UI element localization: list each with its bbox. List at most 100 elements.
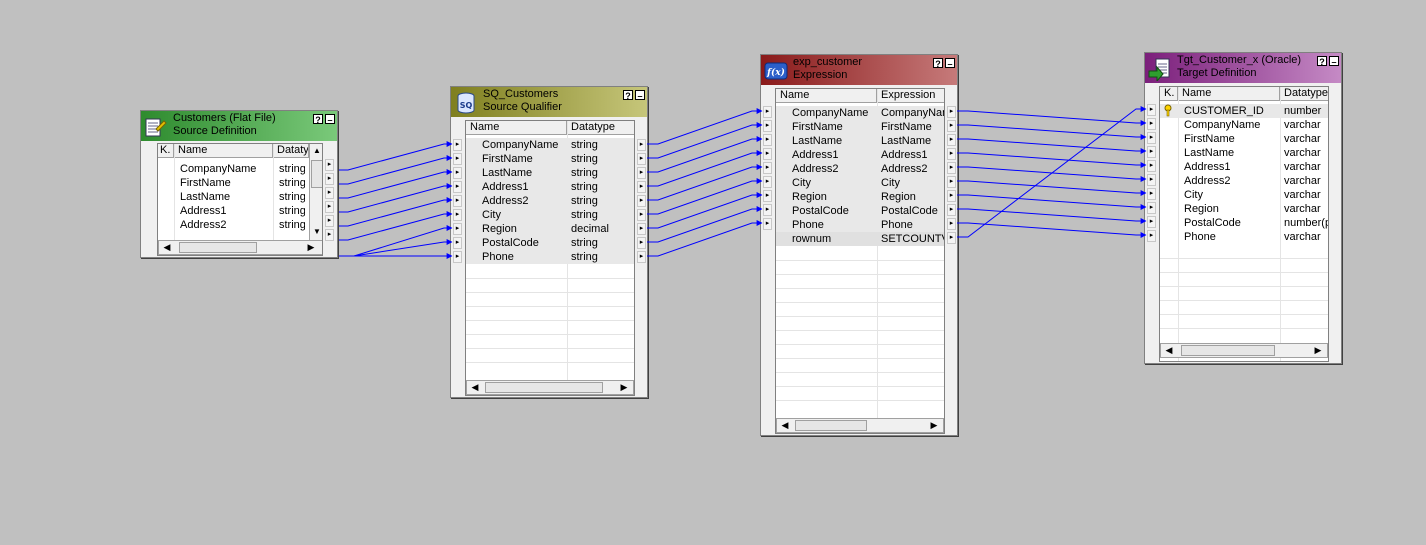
output-port-arrow-icon[interactable]: ▸ <box>637 195 646 207</box>
minimize-button[interactable]: – <box>1329 56 1339 67</box>
port-expression[interactable]: City <box>881 176 944 190</box>
output-port-arrow-icon[interactable]: ▸ <box>947 218 956 230</box>
link-address2[interactable] <box>339 197 453 227</box>
output-port-arrow-icon[interactable]: ▸ <box>637 167 646 179</box>
input-port-arrow-icon[interactable]: ▸ <box>763 106 772 118</box>
table-row[interactable]: LastName string <box>466 166 634 180</box>
target-definition-tgt-customer[interactable]: Tgt_Customer_x (Oracle) Target Definitio… <box>1144 52 1342 364</box>
table-row[interactable]: Address2 string <box>466 194 634 208</box>
table-row[interactable]: FirstName FirstName <box>776 120 944 134</box>
column-header-expression[interactable]: Expression <box>877 89 944 103</box>
expression-exp-customer[interactable]: f(x) exp_customer Expression ? – ▸ ▸ ▸ ▸… <box>760 54 958 436</box>
input-port-arrow-icon[interactable]: ▸ <box>453 195 462 207</box>
column-header-name[interactable]: Name <box>776 89 877 103</box>
link-companyname[interactable] <box>647 108 763 145</box>
table-row[interactable]: Region Region <box>776 190 944 204</box>
link-firstname[interactable] <box>339 155 453 185</box>
help-button[interactable]: ? <box>313 114 323 125</box>
source-definition-header[interactable]: Customers (Flat File) Source Definition … <box>141 111 337 141</box>
input-port-arrow-icon[interactable]: ▸ <box>1147 216 1156 228</box>
table-row[interactable]: Address1 varchar <box>1160 160 1328 174</box>
table-row[interactable]: FirstName string <box>158 176 322 190</box>
input-port-arrow-icon[interactable]: ▸ <box>453 153 462 165</box>
table-row[interactable]: Address2 Address2 <box>776 162 944 176</box>
horizontal-scrollbar[interactable]: ◀ ▶ <box>158 240 322 255</box>
column-header-key[interactable]: K. <box>158 144 174 158</box>
table-row[interactable]: City varchar <box>1160 188 1328 202</box>
table-row[interactable]: LastName varchar <box>1160 146 1328 160</box>
input-port-arrow-icon[interactable]: ▸ <box>453 181 462 193</box>
table-row[interactable]: LastName LastName <box>776 134 944 148</box>
table-row[interactable]: City City <box>776 176 944 190</box>
port-expression[interactable]: FirstName <box>881 120 944 134</box>
output-port-arrow-icon[interactable]: ▸ <box>637 223 646 235</box>
output-port-arrow-icon[interactable]: ▸ <box>637 153 646 165</box>
column-header-datatype[interactable]: Datatype <box>273 144 309 158</box>
horizontal-scrollbar[interactable]: ◀ ▶ <box>776 418 944 433</box>
link-address2[interactable] <box>647 164 763 201</box>
link-region[interactable] <box>957 194 1147 210</box>
vertical-scrollbar[interactable]: ▲ ▼ <box>309 144 322 240</box>
input-port-arrow-icon[interactable]: ▸ <box>453 139 462 151</box>
horizontal-scrollbar[interactable]: ◀ ▶ <box>466 380 634 395</box>
table-row[interactable]: FirstName varchar <box>1160 132 1328 146</box>
output-port-arrow-icon[interactable]: ▸ <box>325 173 334 185</box>
link-firstname[interactable] <box>647 122 763 159</box>
column-header-datatype[interactable]: Datatype <box>1280 87 1328 101</box>
link-postalcode[interactable] <box>647 206 763 243</box>
link-postalcode[interactable] <box>957 208 1147 224</box>
input-port-arrow-icon[interactable]: ▸ <box>763 218 772 230</box>
link-city[interactable] <box>647 178 763 215</box>
column-header-datatype[interactable]: Datatype <box>567 121 634 135</box>
table-row[interactable]: Address2 string <box>158 218 322 232</box>
input-port-arrow-icon[interactable]: ▸ <box>1147 132 1156 144</box>
port-expression[interactable]: SETCOUNTVA <box>881 232 944 246</box>
input-port-arrow-icon[interactable]: ▸ <box>453 237 462 249</box>
input-port-arrow-icon[interactable]: ▸ <box>763 162 772 174</box>
input-port-arrow-icon[interactable]: ▸ <box>453 223 462 235</box>
scroll-thumb[interactable] <box>485 382 603 393</box>
input-port-arrow-icon[interactable]: ▸ <box>1147 160 1156 172</box>
table-row[interactable]: Region decimal <box>466 222 634 236</box>
column-header-name[interactable]: Name <box>174 144 273 158</box>
output-port-arrow-icon[interactable]: ▸ <box>947 134 956 146</box>
table-row[interactable]: rownum SETCOUNTVA <box>776 232 944 246</box>
output-port-arrow-icon[interactable]: ▸ <box>325 159 334 171</box>
input-port-arrow-icon[interactable]: ▸ <box>1147 118 1156 130</box>
table-row[interactable]: Phone Phone <box>776 218 944 232</box>
input-port-arrow-icon[interactable]: ▸ <box>763 120 772 132</box>
output-port-arrow-icon[interactable]: ▸ <box>947 120 956 132</box>
scroll-left-arrow-icon[interactable]: ◀ <box>161 242 173 253</box>
table-row[interactable]: Address1 string <box>466 180 634 194</box>
minimize-button[interactable]: – <box>945 58 955 69</box>
table-row[interactable]: CompanyName string <box>466 138 634 152</box>
input-port-arrow-icon[interactable]: ▸ <box>1147 174 1156 186</box>
input-port-arrow-icon[interactable]: ▸ <box>453 209 462 221</box>
output-port-arrow-icon[interactable]: ▸ <box>947 204 956 216</box>
mapping-canvas[interactable]: Customers (Flat File) Source Definition … <box>0 0 1426 545</box>
link-city[interactable] <box>957 180 1147 196</box>
source-ports-grid[interactable]: K. Name Datatype CompanyName string Firs… <box>157 143 323 256</box>
scroll-right-arrow-icon[interactable]: ▶ <box>928 420 940 431</box>
scroll-down-arrow-icon[interactable]: ▼ <box>311 226 322 238</box>
output-port-arrow-icon[interactable]: ▸ <box>637 251 646 263</box>
input-port-arrow-icon[interactable]: ▸ <box>1147 188 1156 200</box>
table-row[interactable]: CompanyName string <box>158 162 322 176</box>
link-postalcode[interactable] <box>339 239 453 257</box>
input-port-arrow-icon[interactable]: ▸ <box>763 148 772 160</box>
port-expression[interactable]: Region <box>881 190 944 204</box>
scroll-thumb[interactable] <box>179 242 257 253</box>
table-row[interactable]: CompanyName varchar <box>1160 118 1328 132</box>
link-rownum-customer-id[interactable] <box>957 106 1147 238</box>
scroll-thumb[interactable] <box>795 420 867 431</box>
column-header-name[interactable]: Name <box>466 121 567 135</box>
input-port-arrow-icon[interactable]: ▸ <box>763 190 772 202</box>
input-port-arrow-icon[interactable]: ▸ <box>1147 230 1156 242</box>
source-qualifier-header[interactable]: SQ SQ_Customers Source Qualifier ? – <box>451 87 647 117</box>
column-header-key[interactable]: K. <box>1160 87 1178 101</box>
table-row[interactable]: PostalCode string <box>466 236 634 250</box>
link-phone[interactable] <box>647 220 763 257</box>
link-address1[interactable] <box>957 152 1147 168</box>
link-lastname[interactable] <box>957 138 1147 154</box>
table-row[interactable]: Phone varchar <box>1160 230 1328 244</box>
